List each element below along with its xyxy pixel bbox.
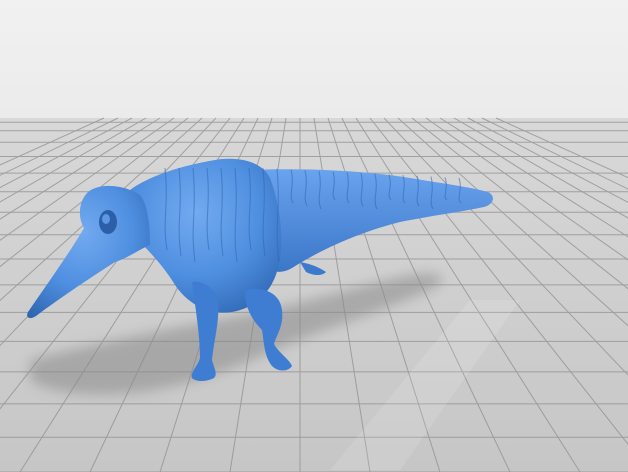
dinosaur-eye-highlight <box>102 214 110 224</box>
model-preview-viewport[interactable] <box>0 0 628 472</box>
model-preview-canvas[interactable] <box>0 0 628 472</box>
